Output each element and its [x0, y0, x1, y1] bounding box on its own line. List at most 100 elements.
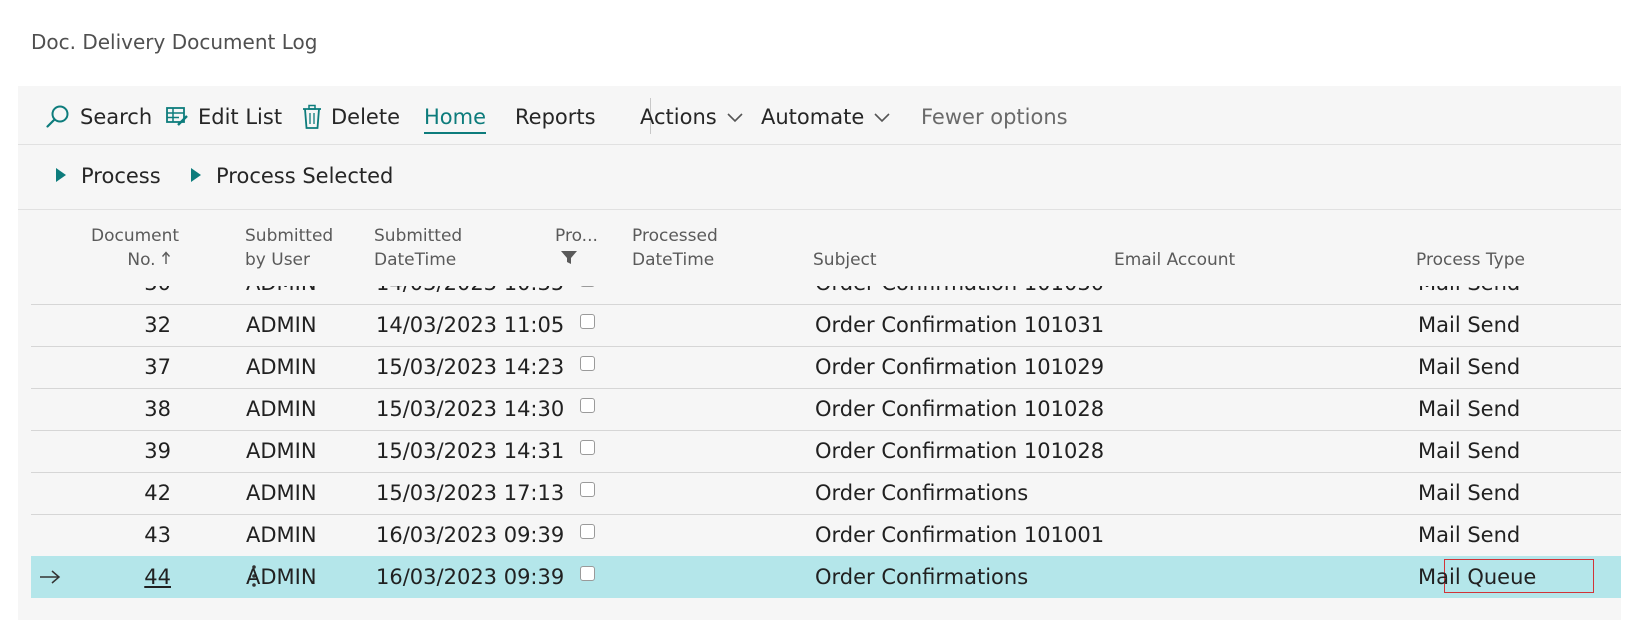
document-no-cell: 42	[144, 481, 171, 505]
list-panel: Search Edit List Delete Home Reports Act…	[18, 86, 1621, 620]
automate-label: Automate	[761, 105, 865, 129]
document-no-cell: 37	[144, 355, 171, 379]
page-title: Doc. Delivery Document Log	[31, 30, 318, 54]
process-selected-button[interactable]: Process Selected	[190, 164, 393, 188]
column-header-document-no-line2: No.	[91, 248, 171, 272]
submitted-datetime-cell: 15/03/2023 14:31	[376, 439, 565, 463]
process-type-cell: Mail Send	[1418, 397, 1521, 421]
table-row[interactable]: 39 ADMIN 15/03/2023 14:31 Order Confirmatio…	[31, 430, 1621, 473]
play-icon	[55, 164, 67, 188]
column-headers: Document No. Submitted by User Submitted…	[31, 210, 1621, 290]
table-row[interactable]: 37 ADMIN 15/03/2023 14:23 Order Confirmatio…	[31, 346, 1621, 389]
subject-cell: Order Confirmation 101028	[815, 397, 1105, 421]
process-button[interactable]: Process	[55, 164, 161, 188]
submitted-datetime-cell: 15/03/2023 14:30	[376, 397, 565, 421]
process-type-cell: Mail Send	[1418, 355, 1521, 379]
search-label: Search	[80, 105, 153, 129]
tab-home[interactable]: Home	[424, 103, 487, 134]
processed-checkbox[interactable]	[580, 524, 595, 539]
column-header-submitted-by-user[interactable]: Submitted by User	[245, 224, 333, 272]
document-no-cell: 43	[144, 523, 171, 547]
automate-menu[interactable]: Automate	[761, 103, 891, 131]
tab-home-label: Home	[424, 105, 487, 129]
column-header-submitted-dt-line2: DateTime	[374, 250, 457, 270]
fewer-options-label: Fewer options	[921, 105, 1068, 129]
processed-checkbox[interactable]	[580, 440, 595, 455]
submitted-by-user-cell: ADMIN	[246, 313, 317, 337]
submitted-datetime-cell: 15/03/2023 17:13	[376, 481, 565, 505]
column-header-processed-datetime[interactable]: Processed DateTime	[632, 224, 718, 272]
document-no-cell: 30	[91, 286, 171, 295]
actions-label: Actions	[640, 105, 717, 129]
subject-cell: Order Confirmation 101028	[815, 439, 1105, 463]
play-icon	[190, 164, 202, 188]
table-row[interactable]: 43 ADMIN 16/03/2023 09:39 Order Confirmatio…	[31, 514, 1621, 557]
column-header-submitted-by-line1: Submitted	[245, 226, 334, 246]
process-type-cell: Mail Send	[1418, 439, 1521, 463]
column-header-processed-dt-line2: DateTime	[632, 250, 715, 270]
delete-icon	[302, 104, 322, 130]
submitted-by-user-cell: ADMIN	[246, 523, 317, 547]
processed-checkbox[interactable]	[580, 286, 595, 287]
table-body: 30 ADMIN 14/03/2023 10:35 Order Confirmatio…	[31, 286, 1621, 620]
subject-cell: Order Confirmation 101001	[815, 523, 1105, 547]
column-header-submitted-by-line2: by User	[245, 250, 311, 270]
subject-cell: Order Confirmations	[815, 565, 1029, 589]
column-header-document-no-line1: Document	[91, 226, 180, 246]
column-header-processed-dt-line1: Processed	[632, 226, 718, 246]
process-type-cell: Mail Send	[1418, 286, 1520, 295]
action-bar: Process Process Selected	[18, 145, 1621, 210]
edit-list-button[interactable]: Edit List	[165, 103, 282, 131]
row-arrow-icon	[39, 566, 61, 590]
process-type-cell[interactable]: Mail Queue	[1418, 565, 1536, 589]
document-no-cell: 39	[144, 439, 171, 463]
document-no-cell[interactable]: 44	[91, 565, 171, 589]
column-header-submitted-dt-line1: Submitted	[374, 226, 463, 246]
table-row[interactable]: 38 ADMIN 15/03/2023 14:30 Order Confirmatio…	[31, 388, 1621, 431]
toolbar: Search Edit List Delete Home Reports Act…	[18, 86, 1621, 145]
submitted-by-user-cell: ADMIN	[246, 439, 317, 463]
column-header-subject[interactable]: Subject	[813, 248, 877, 272]
processed-checkbox[interactable]	[580, 356, 595, 371]
processed-checkbox[interactable]	[580, 566, 595, 581]
subject-cell: Order Confirmation 101030	[815, 286, 1104, 295]
edit-list-label: Edit List	[198, 105, 283, 129]
submitted-datetime-cell: 16/03/2023 09:39	[376, 565, 565, 589]
table-row[interactable]: 42 ADMIN 15/03/2023 17:13 Order Confirmatio…	[31, 472, 1621, 515]
column-header-submitted-datetime[interactable]: Submitted DateTime	[374, 224, 462, 272]
submitted-datetime-cell: 16/03/2023 09:39	[376, 523, 565, 547]
tab-reports[interactable]: Reports	[515, 103, 596, 131]
process-label: Process	[81, 164, 161, 188]
processed-checkbox[interactable]	[580, 398, 595, 413]
delete-label: Delete	[331, 105, 400, 129]
edit-list-icon	[165, 105, 189, 129]
document-no-cell: 38	[144, 397, 171, 421]
submitted-by-user-cell: ADMIN	[246, 286, 317, 295]
delete-button[interactable]: Delete	[302, 103, 400, 131]
process-selected-label: Process Selected	[216, 164, 394, 188]
chevron-down-icon	[726, 111, 744, 123]
table-row[interactable]: 44 ADMIN 16/03/2023 09:39 Order Confirmatio…	[31, 556, 1621, 598]
submitted-by-user-cell: ADMIN	[246, 397, 317, 421]
submitted-by-user-cell: ADMIN	[246, 355, 317, 379]
filter-icon	[555, 248, 598, 272]
processed-checkbox[interactable]	[580, 482, 595, 497]
column-header-processed-label: Pro...	[555, 226, 598, 246]
column-header-process-type[interactable]: Process Type	[1416, 248, 1525, 272]
column-header-document-no[interactable]: Document No.	[91, 224, 180, 272]
fewer-options-button[interactable]: Fewer options	[921, 103, 1068, 131]
subject-cell: Order Confirmation 101029	[815, 355, 1105, 379]
column-header-processed[interactable]: Pro...	[555, 224, 598, 272]
table-row[interactable]: 30 ADMIN 14/03/2023 10:35 Order Confirmatio…	[31, 286, 1621, 305]
table-row[interactable]: 32 ADMIN 14/03/2023 11:05 Order Confirmatio…	[31, 304, 1621, 347]
actions-menu[interactable]: Actions	[640, 103, 744, 131]
subject-cell: Order Confirmations	[815, 481, 1029, 505]
submitted-by-user-cell: ADMIN	[246, 565, 317, 589]
submitted-by-user-cell: ADMIN	[246, 481, 317, 505]
column-header-email-account[interactable]: Email Account	[1114, 248, 1235, 272]
chevron-down-icon	[873, 111, 891, 123]
process-type-cell: Mail Send	[1418, 481, 1521, 505]
processed-checkbox[interactable]	[580, 314, 595, 329]
search-button[interactable]: Search	[45, 103, 152, 131]
process-type-cell: Mail Send	[1418, 313, 1521, 337]
